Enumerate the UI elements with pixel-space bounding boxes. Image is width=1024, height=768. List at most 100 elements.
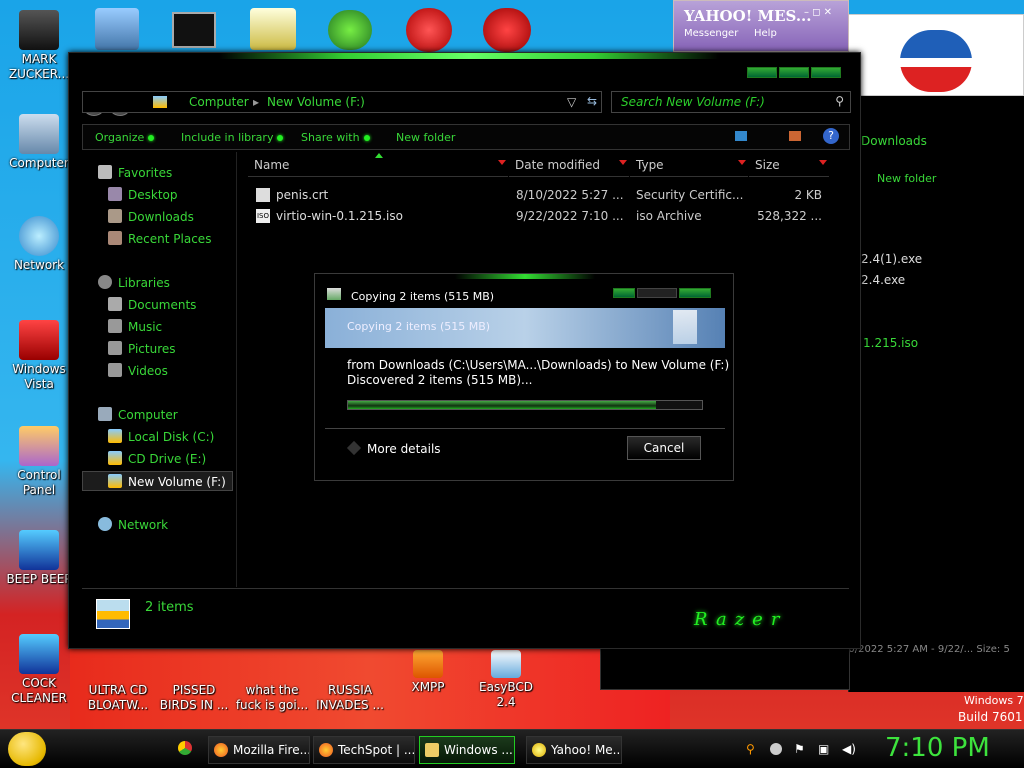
desktop-icon-computer[interactable]: Computer [1, 114, 77, 171]
nav-favorites[interactable]: Favorites [98, 165, 172, 180]
messenger-tray-icon[interactable] [770, 743, 782, 755]
person-icon [19, 10, 59, 50]
table-row[interactable]: ISO virtio-win-0.1.215.iso 9/22/2022 7:1… [250, 209, 830, 229]
network-icon [98, 517, 112, 531]
bg-item-3[interactable]: 1.215.iso [863, 336, 918, 350]
dialog-maximize-button[interactable] [637, 288, 677, 298]
nav-cd-drive[interactable]: CD Drive (E:) [108, 451, 206, 466]
share-with-button[interactable]: Share with [301, 131, 370, 144]
os-watermark-2: Build 7601 [958, 710, 1023, 724]
yahoo-messenger-window[interactable]: YAHOO! MES... Messenger Help – ◻ ✕ [673, 0, 849, 52]
nav-libraries[interactable]: Libraries [98, 275, 170, 290]
desktop-icon-windows-vista[interactable]: Windows Vista [1, 320, 77, 392]
dialog-close-button[interactable] [679, 288, 711, 298]
desktop-icon-network[interactable]: Network [1, 216, 77, 273]
copy-icon [327, 288, 341, 300]
minimize-button[interactable] [747, 67, 777, 78]
views-icon[interactable] [735, 131, 747, 141]
task-firefox-1[interactable]: Mozilla Fire... [208, 736, 310, 764]
breadcrumb-computer[interactable]: Computer [189, 95, 249, 109]
desktop-icon-easybcd[interactable]: EasyBCD 2.4 [468, 650, 544, 710]
breadcrumb-new-volume[interactable]: New Volume (F:) [267, 95, 365, 109]
desktop-icon-what-the[interactable]: what the fuck is goi... [234, 650, 310, 713]
taskbar-clock[interactable]: 7:10 PM [885, 733, 990, 763]
bg-item-2[interactable]: 2.4.exe [861, 273, 905, 287]
desktop-icon-cmd[interactable] [172, 12, 216, 48]
file-size: 528,322 ... [757, 209, 822, 223]
nav-documents[interactable]: Documents [108, 297, 196, 312]
task-windows-explorer[interactable]: Windows ... [419, 736, 515, 764]
file-type: Security Certific... [636, 188, 744, 202]
desktop-icon-top-3[interactable] [250, 8, 296, 50]
nav-new-volume[interactable]: New Volume (F:) [82, 471, 233, 491]
cancel-button[interactable]: Cancel [627, 436, 701, 460]
desktop-icon-mark-zucker[interactable]: MARK ZUCKER... [1, 10, 77, 82]
desktop-icon-xmpp[interactable]: XMPP [390, 650, 466, 695]
nav-pictures[interactable]: Pictures [108, 341, 176, 356]
organize-button[interactable]: Organize [95, 131, 155, 144]
desktop-icon-pig[interactable] [328, 10, 372, 50]
network-tray-icon[interactable]: ▣ [818, 742, 832, 756]
bg-item-1[interactable]: 2.4(1).exe [861, 252, 922, 266]
copy-dialog[interactable]: Copying 2 items (515 MB) Copying 2 items… [314, 273, 734, 481]
breadcrumb-separator-icon: ▸ [253, 95, 260, 109]
address-bar[interactable]: Computer ▸ New Volume (F:) ▽ ⇆ [82, 91, 602, 113]
flag-icon[interactable]: ⚑ [794, 742, 808, 756]
new-folder-button[interactable]: New folder [396, 131, 455, 144]
xmpp-icon [413, 650, 443, 678]
desktop-icon-pissed-birds[interactable]: PISSED BIRDS IN ... [156, 650, 232, 713]
nav-computer[interactable]: Computer [98, 407, 178, 422]
background-explorer-window[interactable]: Downloads New folder 2.4(1).exe 2.4.exe … [669, 96, 1024, 692]
chrome-icon[interactable] [178, 741, 192, 755]
start-button[interactable] [8, 732, 46, 766]
file-icon [19, 530, 59, 570]
desktop-icon-beep-beep[interactable]: BEEP BEEP [1, 530, 77, 587]
nav-downloads[interactable]: Downloads [108, 209, 194, 224]
status-bar: 2 items Razer [82, 588, 849, 638]
desktop-icon-devcpp[interactable] [483, 8, 531, 52]
nav-music[interactable]: Music [108, 319, 162, 334]
sort-arrow-icon [498, 160, 506, 165]
firefox-icon [214, 743, 228, 757]
column-name[interactable]: Name [248, 155, 508, 177]
search-input[interactable]: Search New Volume (F:) ⚲ [611, 91, 851, 113]
include-in-library-button[interactable]: Include in library [181, 131, 284, 144]
preview-pane-icon[interactable] [789, 131, 801, 141]
desktop-icon-p[interactable] [406, 8, 452, 52]
volume-icon[interactable]: ◀) [842, 742, 856, 756]
nav-network[interactable]: Network [98, 517, 168, 532]
file-type: iso Archive [636, 209, 702, 223]
nav-desktop[interactable]: Desktop [108, 187, 178, 202]
desktop-icon-russia[interactable]: RUSSIA INVADES ... [312, 650, 388, 713]
column-type[interactable]: Type [630, 155, 748, 177]
nav-recent-places[interactable]: Recent Places [108, 231, 211, 246]
cd-drive-icon [108, 451, 122, 465]
yahoo-menu-help[interactable]: Help [754, 28, 777, 39]
desktop-icon-cock-cleaner[interactable]: COCK CLEANER [1, 634, 77, 706]
help-icon[interactable]: ? [823, 128, 839, 144]
table-row[interactable]: penis.crt 8/10/2022 5:27 ... Security Ce… [250, 188, 830, 208]
refresh-icon[interactable]: ⇆ [587, 94, 597, 108]
progress-fill [348, 401, 656, 409]
desktop-icon-control-panel[interactable]: Control Panel [1, 426, 77, 498]
nav-local-disk[interactable]: Local Disk (C:) [108, 429, 214, 444]
task-firefox-2[interactable]: TechSpot | ... [313, 736, 415, 764]
dialog-minimize-button[interactable] [613, 288, 635, 298]
bg-new-folder[interactable]: New folder [877, 172, 936, 185]
yahoo-menu-messenger[interactable]: Messenger [684, 28, 738, 39]
desktop-icon-top-1[interactable] [95, 8, 139, 50]
more-details-toggle[interactable]: More details [346, 440, 441, 456]
dialog-header-band: Copying 2 items (515 MB) [325, 308, 725, 348]
close-button[interactable] [811, 67, 841, 78]
column-size[interactable]: Size [749, 155, 829, 177]
column-date-modified[interactable]: Date modified [509, 155, 629, 177]
nav-videos[interactable]: Videos [108, 363, 168, 378]
desktop-icon-ultra-cd[interactable]: ULTRA CD BLOATW... [80, 650, 156, 713]
chevron-down-icon [346, 440, 362, 456]
navigation-pane: Favorites Desktop Downloads Recent Place… [82, 152, 236, 587]
task-yahoo[interactable]: Yahoo! Me... [526, 736, 622, 764]
maximize-button[interactable] [779, 67, 809, 78]
address-dropdown-icon[interactable]: ▽ [567, 95, 576, 109]
search-icon[interactable]: ⚲ [746, 742, 760, 756]
yahoo-window-controls[interactable]: – ◻ ✕ [804, 7, 832, 18]
